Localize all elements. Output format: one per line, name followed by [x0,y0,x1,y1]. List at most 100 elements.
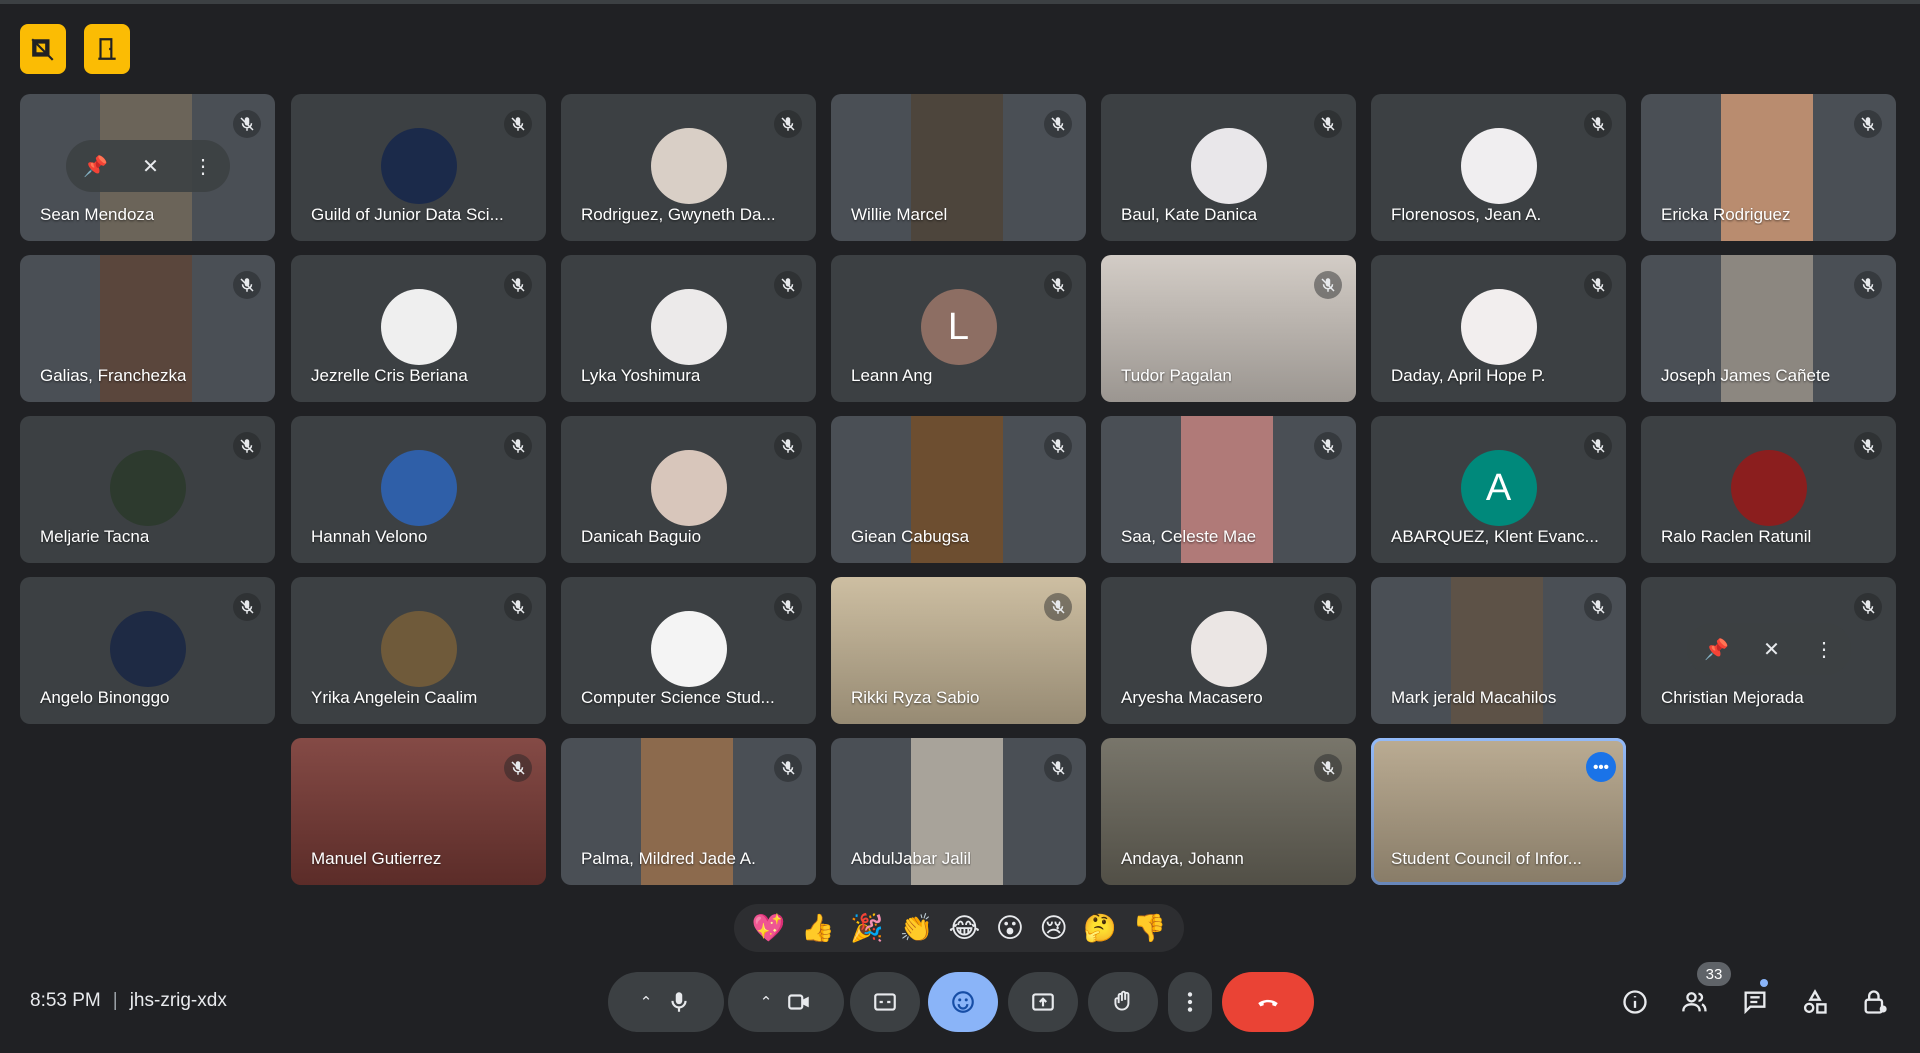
mic-off-icon [1584,110,1612,138]
camera-control[interactable]: ⌃ [728,972,844,1032]
participant-tile[interactable]: L Leann Ang [831,255,1086,402]
participant-tile[interactable]: Jezrelle Cris Beriana [291,255,546,402]
participant-tile[interactable]: Giean Cabugsa [831,416,1086,563]
more-vert-icon[interactable]: ⋮ [1814,637,1834,662]
mic-off-icon [233,110,261,138]
reaction-emoji-button[interactable]: 💖 [752,912,786,944]
chat-icon [1744,991,1766,1015]
participant-tile[interactable]: Computer Science Stud... [561,577,816,724]
mic-off-icon [1314,110,1342,138]
mic-off-icon [1314,754,1342,782]
participant-tile[interactable]: Willie Marcel [831,94,1086,241]
more-vert-icon[interactable]: ⋮ [193,154,213,179]
participant-tile[interactable]: Rodriguez, Gwyneth Da... [561,94,816,241]
participant-tile[interactable]: Yrika Angelein Caalim [291,577,546,724]
mic-off-icon [1854,432,1882,460]
door-icon [98,38,116,60]
mute-icon[interactable]: ✕ [142,154,159,179]
participant-name: Lyka Yoshimura [581,366,701,385]
participant-avatar: L [920,289,997,365]
participant-avatar [650,289,727,365]
participant-tile[interactable]: 📌 ✕ ⋮ Christian Mejorada [1641,577,1896,724]
participant-avatar [380,289,457,365]
mic-off-icon [1044,432,1072,460]
reactions-button[interactable] [928,972,998,1032]
host-video-lock-button[interactable] [20,24,66,74]
mute-icon[interactable]: ✕ [1763,637,1780,662]
participant-tile[interactable]: Danicah Baguio [561,416,816,563]
reaction-emoji-button[interactable]: 👏 [899,912,933,944]
participant-tile[interactable]: Aryesha Macasero [1101,577,1356,724]
present-button[interactable] [1008,972,1078,1032]
more-options-button[interactable] [1168,972,1212,1032]
reaction-emoji-button[interactable]: 👍 [801,912,835,944]
leave-call-button[interactable] [1222,972,1314,1032]
participant-tile[interactable]: Saa, Celeste Mae [1101,416,1356,563]
mic-off-icon [774,110,802,138]
participant-tile[interactable]: ••• Student Council of Infor... [1371,738,1626,885]
mic-off-icon [1314,432,1342,460]
participant-tile[interactable]: Daday, April Hope P. [1371,255,1626,402]
people-button[interactable] [1678,985,1712,1019]
participant-name: Saa, Celeste Mae [1121,527,1257,546]
activities-shapes-icon [1803,989,1827,1014]
participant-name: Danicah Baguio [581,527,702,546]
chevron-up-icon[interactable]: ⌃ [640,993,653,1011]
tile-hover-controls: 📌 ✕ ⋮ [66,140,230,192]
mic-control[interactable]: ⌃ [608,972,724,1032]
participant-tile[interactable]: Lyka Yoshimura [561,255,816,402]
participant-tile[interactable]: Ericka Rodriguez [1641,94,1896,241]
reaction-emoji-button[interactable]: 😂 [949,913,981,944]
participant-tile[interactable]: Andaya, Johann [1101,738,1356,885]
participant-tile[interactable]: Manuel Gutierrez [291,738,546,885]
pin-icon[interactable]: 📌 [1704,637,1729,662]
people-count-badge: 33 [1697,962,1731,986]
more-options-dot[interactable]: ••• [1586,752,1616,782]
participant-name: AbdulJabar Jalil [851,849,972,868]
participant-tile[interactable]: Mark jerald Macahilos [1371,577,1626,724]
participant-name: Angelo Binonggo [40,688,170,707]
participant-tile[interactable]: A ABARQUEZ, Klent Evanc... [1371,416,1626,563]
reaction-emoji-button[interactable]: 👎 [1133,912,1167,944]
host-leave-room-button[interactable] [84,24,130,74]
participant-tile[interactable]: Meljarie Tacna [20,416,275,563]
mic-off-icon [1044,271,1072,299]
reaction-emoji-button[interactable]: 🤔 [1083,912,1117,944]
host-controls-button[interactable] [1858,985,1892,1019]
reaction-emoji-button[interactable]: 😢 [1040,913,1068,944]
participant-tile[interactable]: Ralo Raclen Ratunil [1641,416,1896,563]
raise-hand-button[interactable] [1088,972,1158,1032]
participant-tile[interactable]: Joseph James Cañete [1641,255,1896,402]
participant-tile[interactable]: Rikki Ryza Sabio [831,577,1086,724]
mic-off-icon [1584,593,1612,621]
reaction-emoji-button[interactable]: 🎉 [850,912,884,944]
participant-tile[interactable]: Angelo Binonggo [20,577,275,724]
participant-tile[interactable]: Guild of Junior Data Sci... [291,94,546,241]
participant-name: Christian Mejorada [1661,688,1804,707]
participant-tile[interactable]: Baul, Kate Danica [1101,94,1356,241]
chat-button[interactable] [1738,985,1772,1019]
activities-button[interactable] [1798,985,1832,1019]
participant-tile[interactable]: Florenosos, Jean A. [1371,94,1626,241]
mic-off-icon [1314,271,1342,299]
captions-button[interactable] [850,972,920,1032]
participant-tile[interactable]: Tudor Pagalan [1101,255,1356,402]
mic-off-icon [233,271,261,299]
participant-name: Leann Ang [851,366,933,385]
participant-tile[interactable]: Palma, Mildred Jade A. [561,738,816,885]
pin-icon[interactable]: 📌 [83,154,108,179]
participant-avatar: A [1460,450,1537,526]
participant-tile[interactable]: Galias, Franchezka [20,255,275,402]
participant-avatar [380,128,457,204]
meeting-details-button[interactable] [1618,985,1652,1019]
participant-name: Ericka Rodriguez [1661,205,1791,224]
participant-name: ABARQUEZ, Klent Evanc... [1391,527,1599,546]
participant-tile[interactable]: AbdulJabar Jalil [831,738,1086,885]
chevron-up-icon[interactable]: ⌃ [760,993,773,1011]
mic-off-icon [1854,271,1882,299]
participant-name: Daday, April Hope P. [1391,366,1546,385]
participant-tile[interactable]: 📌 ✕ ⋮ Sean Mendoza [20,94,275,241]
tile-hover-controls: 📌 ✕ ⋮ [1687,623,1851,675]
participant-tile[interactable]: Hannah Velono [291,416,546,563]
reaction-emoji-button[interactable]: 😮 [996,913,1024,944]
